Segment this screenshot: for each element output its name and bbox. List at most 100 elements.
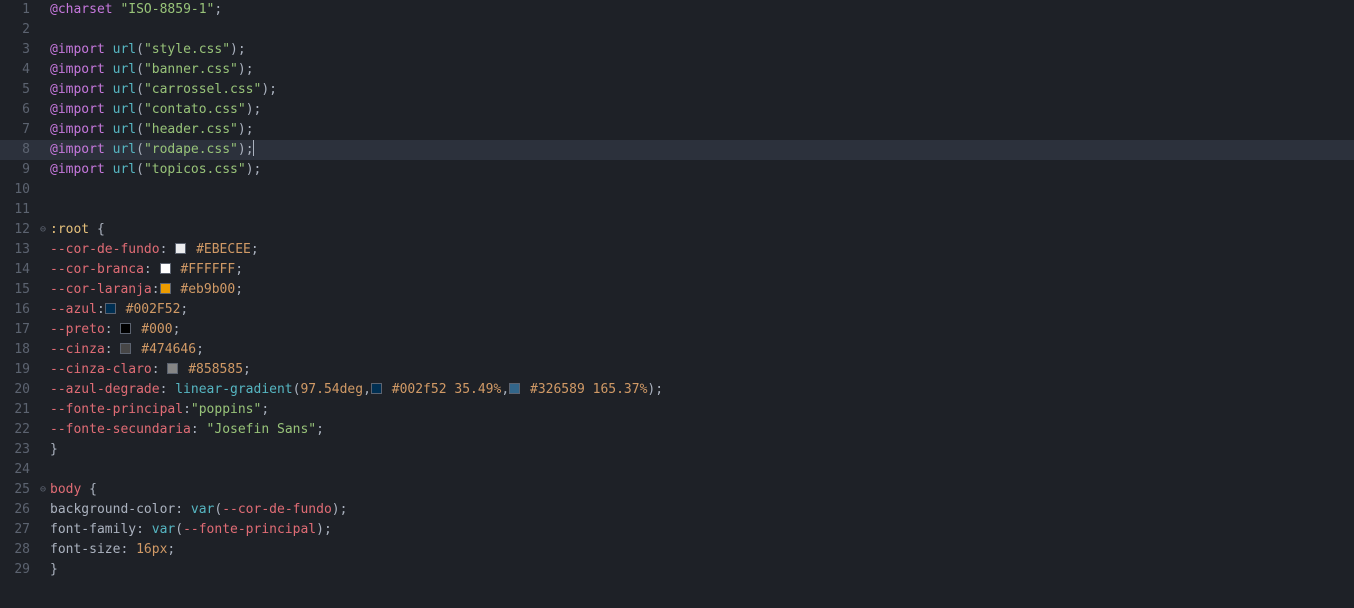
code-line[interactable]: 25⊖body {: [0, 480, 1354, 500]
code-line[interactable]: 22 --fonte-secundaria: "Josefin Sans";: [0, 420, 1354, 440]
line-content[interactable]: }: [50, 440, 1354, 460]
line-content[interactable]: }: [50, 560, 1354, 580]
token-func: linear-gradient: [175, 382, 292, 397]
code-line[interactable]: 24: [0, 460, 1354, 480]
line-content[interactable]: --cor-laranja: #eb9b00;: [50, 280, 1354, 300]
line-content[interactable]: @import url("banner.css");: [50, 60, 1354, 80]
line-content[interactable]: --cor-branca: #FFFFFF;: [50, 260, 1354, 280]
token-prop: font-size: [50, 542, 120, 557]
code-line[interactable]: 14 --cor-branca: #FFFFFF;: [0, 260, 1354, 280]
token-punc: :: [144, 262, 160, 277]
token-func: var: [152, 522, 175, 537]
token-value: #EBECEE: [196, 242, 251, 257]
line-number: 3: [0, 40, 36, 60]
token-punc: ;: [324, 522, 332, 537]
code-line[interactable]: 3 @import url("style.css");: [0, 40, 1354, 60]
token-atrule: @charset: [50, 2, 113, 17]
code-line[interactable]: 10: [0, 180, 1354, 200]
line-content[interactable]: @import url("rodape.css");: [50, 140, 1354, 160]
code-line[interactable]: 16 --azul: #002F52;: [0, 300, 1354, 320]
code-line[interactable]: 29}: [0, 560, 1354, 580]
line-content[interactable]: font-family: var(--fonte-principal);: [50, 520, 1354, 540]
token-punc: ): [246, 162, 254, 177]
line-content[interactable]: --cor-de-fundo: #EBECEE;: [50, 240, 1354, 260]
token-punc: :: [105, 322, 121, 337]
line-content[interactable]: @import url("style.css");: [50, 40, 1354, 60]
token-punc: ): [230, 42, 238, 57]
token-punc: [105, 162, 113, 177]
token-string: "topicos.css": [144, 162, 246, 177]
fold-toggle: [36, 240, 50, 260]
line-content[interactable]: @import url("contato.css");: [50, 100, 1354, 120]
code-line[interactable]: 15 --cor-laranja: #eb9b00;: [0, 280, 1354, 300]
color-swatch: [120, 343, 131, 354]
line-content[interactable]: [50, 200, 1354, 220]
token-punc: ;: [214, 2, 222, 17]
line-content[interactable]: background-color: var(--cor-de-fundo);: [50, 500, 1354, 520]
line-content[interactable]: --cinza-claro: #858585;: [50, 360, 1354, 380]
line-content[interactable]: --cinza: #474646;: [50, 340, 1354, 360]
code-line[interactable]: 1 @charset "ISO-8859-1";: [0, 0, 1354, 20]
fold-toggle[interactable]: ⊖: [36, 220, 50, 240]
token-punc: :: [105, 342, 121, 357]
token-string: "Josefin Sans": [207, 422, 317, 437]
line-number: 1: [0, 0, 36, 20]
token-punc: ;: [246, 62, 254, 77]
token-punc: ;: [269, 82, 277, 97]
token-string: "banner.css": [144, 62, 238, 77]
color-swatch: [509, 383, 520, 394]
line-content[interactable]: font-size: 16px;: [50, 540, 1354, 560]
line-content[interactable]: body {: [50, 480, 1354, 500]
line-content[interactable]: @charset "ISO-8859-1";: [50, 0, 1354, 20]
line-content[interactable]: --fonte-secundaria: "Josefin Sans";: [50, 420, 1354, 440]
token-punc: :: [160, 242, 176, 257]
line-content[interactable]: :root {: [50, 220, 1354, 240]
code-line[interactable]: 26 background-color: var(--cor-de-fundo)…: [0, 500, 1354, 520]
code-line[interactable]: 28 font-size: 16px;: [0, 540, 1354, 560]
line-content[interactable]: [50, 180, 1354, 200]
token-punc: }: [50, 562, 58, 577]
line-content[interactable]: --preto: #000;: [50, 320, 1354, 340]
line-content[interactable]: --azul: #002F52;: [50, 300, 1354, 320]
line-content[interactable]: [50, 20, 1354, 40]
token-var: --cor-branca: [50, 262, 144, 277]
line-content[interactable]: --fonte-principal:"poppins";: [50, 400, 1354, 420]
code-line[interactable]: 7@import url("header.css");: [0, 120, 1354, 140]
token-punc: ): [261, 82, 269, 97]
code-line[interactable]: 5@import url("carrossel.css");: [0, 80, 1354, 100]
code-line[interactable]: 18 --cinza: #474646;: [0, 340, 1354, 360]
token-atrule: @import: [50, 62, 105, 77]
token-punc: [105, 82, 113, 97]
code-line[interactable]: 2: [0, 20, 1354, 40]
token-punc: :: [136, 522, 152, 537]
code-line[interactable]: 4@import url("banner.css");: [0, 60, 1354, 80]
fold-toggle[interactable]: ⊖: [36, 480, 50, 500]
line-content[interactable]: [50, 460, 1354, 480]
token-value: #858585: [188, 362, 243, 377]
token-string: "style.css": [144, 42, 230, 57]
code-line[interactable]: 23}: [0, 440, 1354, 460]
code-line[interactable]: 11: [0, 200, 1354, 220]
code-line[interactable]: 12⊖:root {: [0, 220, 1354, 240]
code-line[interactable]: 27 font-family: var(--fonte-principal);: [0, 520, 1354, 540]
code-editor[interactable]: 1 @charset "ISO-8859-1";23 @import url("st…: [0, 0, 1354, 608]
code-line[interactable]: 20 --azul-degrade: linear-gradient(97.54…: [0, 380, 1354, 400]
token-var: --fonte-principal: [50, 402, 183, 417]
code-line[interactable]: 8@import url("rodape.css");: [0, 140, 1354, 160]
line-content[interactable]: @import url("topicos.css");: [50, 160, 1354, 180]
token-punc: :: [120, 542, 136, 557]
line-content[interactable]: @import url("header.css");: [50, 120, 1354, 140]
line-content[interactable]: @import url("carrossel.css");: [50, 80, 1354, 100]
token-punc: ;: [254, 162, 262, 177]
line-content[interactable]: --azul-degrade: linear-gradient(97.54deg…: [50, 380, 1354, 400]
code-line[interactable]: 6@import url("contato.css");: [0, 100, 1354, 120]
token-atrule: @import: [50, 162, 105, 177]
code-line[interactable]: 21 --fonte-principal:"poppins";: [0, 400, 1354, 420]
code-line[interactable]: 19 --cinza-claro: #858585;: [0, 360, 1354, 380]
line-number: 16: [0, 300, 36, 320]
code-line[interactable]: 17 --preto: #000;: [0, 320, 1354, 340]
token-punc: [585, 382, 593, 397]
code-line[interactable]: 9@import url("topicos.css");: [0, 160, 1354, 180]
token-punc: ;: [180, 302, 188, 317]
code-line[interactable]: 13 --cor-de-fundo: #EBECEE;: [0, 240, 1354, 260]
